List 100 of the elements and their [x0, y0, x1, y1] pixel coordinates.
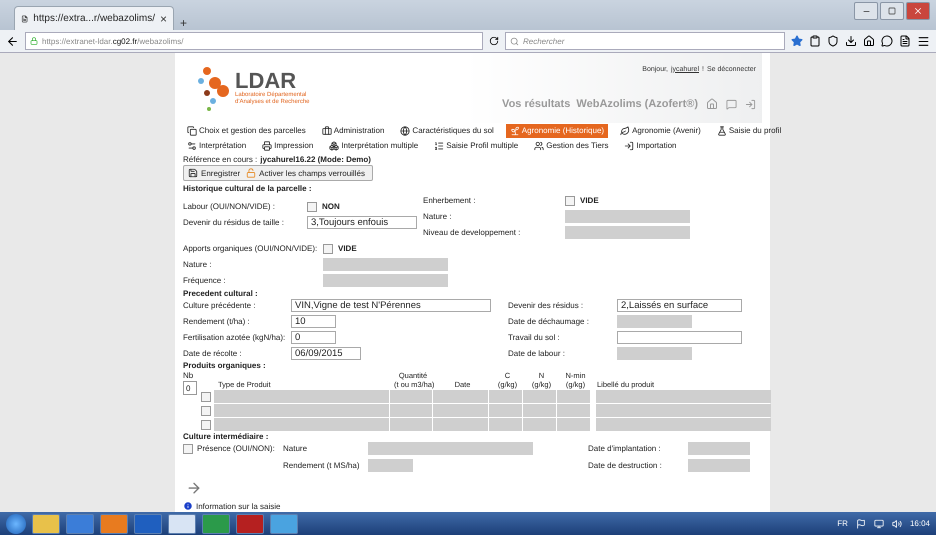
lock-icon: [30, 37, 38, 45]
locked-cell: [523, 418, 556, 432]
input-field[interactable]: VIN,Vigne de test N'Pérennes: [291, 298, 491, 312]
chat-icon[interactable]: [881, 35, 893, 47]
reference-label: Référence en cours :: [183, 154, 258, 164]
close-button[interactable]: [906, 2, 930, 20]
input-field[interactable]: 06/09/2015: [291, 346, 361, 360]
checkbox[interactable]: [183, 444, 193, 454]
checkbox[interactable]: [307, 202, 317, 212]
menu-tab[interactable]: Impression: [258, 138, 318, 153]
field-label: Date de récolte :: [183, 348, 243, 358]
menu-tab[interactable]: Gestion des Tiers: [530, 138, 612, 153]
info-text: Information sur la saisie: [196, 502, 280, 511]
field-label: Rendement (t/ha) :: [183, 316, 251, 326]
checkbox[interactable]: [201, 420, 211, 430]
input-field[interactable]: 0: [183, 381, 197, 396]
reload-icon[interactable]: [489, 36, 499, 46]
menu-tab[interactable]: Choix et gestion des parcelles: [183, 124, 310, 138]
boxes-icon: [329, 140, 340, 151]
field-label: Nature :: [183, 260, 212, 270]
taskbar-app-icon[interactable]: [100, 514, 128, 534]
sprout-icon: [510, 126, 520, 136]
field-label: Rendement (t MS/ha): [283, 461, 360, 470]
field-label: Apports organiques (OUI/NON/VIDE):: [183, 244, 318, 254]
locked-cell: [489, 404, 522, 418]
field-label: Fréquence :: [183, 276, 227, 286]
flask-icon: [716, 126, 727, 136]
document-icon[interactable]: [899, 35, 911, 47]
network-icon: [874, 518, 884, 528]
field-label: Enherbement :: [423, 196, 476, 206]
section-title: Culture intermédiaire :: [183, 431, 270, 442]
url-field[interactable]: https://extranet-ldar.cg02.fr/webazolims/: [25, 32, 483, 50]
download-icon[interactable]: [845, 35, 857, 47]
locked-cell: [557, 418, 590, 432]
new-tab-button[interactable]: +: [180, 16, 188, 30]
locked-cell: [489, 390, 522, 404]
briefcase-icon: [322, 126, 332, 136]
menu-tab[interactable]: Saisie Profil multiple: [430, 138, 522, 153]
menu-tab[interactable]: Agronomie (Avenir): [616, 124, 705, 138]
globe-icon: [400, 126, 410, 136]
locked-cell: [433, 390, 488, 404]
maximize-icon: [888, 7, 896, 15]
locked-cell: [390, 418, 432, 432]
taskbar-app-icon[interactable]: [32, 514, 60, 534]
action-button[interactable]: Enregistrer: [188, 168, 240, 178]
back-icon[interactable]: [6, 34, 19, 48]
input-field[interactable]: 10: [291, 314, 336, 328]
action-button[interactable]: Activer les champs verrouillés: [246, 168, 365, 178]
minimize-button[interactable]: [854, 2, 878, 20]
star-icon[interactable]: [791, 35, 803, 47]
close-icon: [913, 6, 923, 16]
menu-tab[interactable]: Caractéristiques du sol: [396, 124, 498, 138]
unlock-icon: [246, 168, 256, 178]
checkbox-value: NON: [322, 202, 340, 212]
taskbar-app-icon[interactable]: [270, 514, 298, 534]
list-icon: [434, 140, 444, 151]
search-icon: [510, 36, 519, 46]
url-text: https://extranet-ldar.cg02.fr/webazolims/: [42, 36, 184, 46]
tab-close[interactable]: ×: [160, 12, 167, 26]
field-label: Devenir des résidus :: [508, 300, 584, 310]
clipboard-icon[interactable]: [809, 35, 821, 47]
taskbar-app-icon[interactable]: [168, 514, 196, 534]
locked-cell: [523, 390, 556, 404]
locked-cell: [433, 404, 488, 418]
checkbox[interactable]: [201, 392, 211, 402]
menu-tab[interactable]: Interprétation multiple: [325, 138, 422, 153]
locked-cell: [523, 404, 556, 418]
browser-tab[interactable]: https://extra...r/webazolims/ ×: [14, 6, 174, 30]
input-field[interactable]: 2,Laissés en surface: [617, 298, 742, 312]
checkbox[interactable]: [565, 196, 575, 206]
locked-cell: [390, 404, 432, 418]
checkbox[interactable]: [323, 244, 333, 254]
flag-icon: [856, 518, 866, 528]
maximize-button[interactable]: [880, 2, 904, 20]
field-label: Date de déchaumage :: [508, 316, 590, 326]
menu-icon[interactable]: [917, 34, 930, 48]
shield-icon[interactable]: [827, 35, 839, 47]
input-field[interactable]: [617, 330, 742, 344]
users-icon: [534, 140, 544, 151]
checkbox[interactable]: [201, 406, 211, 416]
search-field[interactable]: Rechercher: [505, 32, 785, 50]
menu-tab[interactable]: Administration: [318, 124, 388, 138]
input-field[interactable]: 0: [291, 330, 336, 344]
checkbox-value: VIDE: [338, 244, 357, 254]
field-label: Devenir du résidus de taille :: [183, 218, 285, 228]
menu-tab[interactable]: Importation: [620, 138, 681, 153]
start-button[interactable]: [6, 514, 26, 534]
tab-title: https://extra...r/webazolims/: [33, 13, 155, 24]
input-field[interactable]: 3,Toujours enfouis: [307, 216, 417, 230]
section-title: Precedent cultural :: [183, 288, 259, 298]
menu-tab[interactable]: Saisie du profil: [712, 124, 786, 138]
home-icon[interactable]: [863, 35, 875, 47]
clock[interactable]: 16:04: [910, 519, 930, 528]
menu-tab[interactable]: Interprétation: [183, 138, 250, 153]
locked-cell: [390, 390, 432, 404]
logo-text: LDAR: [235, 70, 296, 92]
reference-value: jycahurel16.22 (Mode: Demo): [260, 154, 371, 164]
login-icon[interactable]: [745, 98, 756, 110]
section-title: Historique cultural de la parcelle :: [183, 182, 312, 194]
language-indicator[interactable]: FR: [837, 519, 848, 528]
